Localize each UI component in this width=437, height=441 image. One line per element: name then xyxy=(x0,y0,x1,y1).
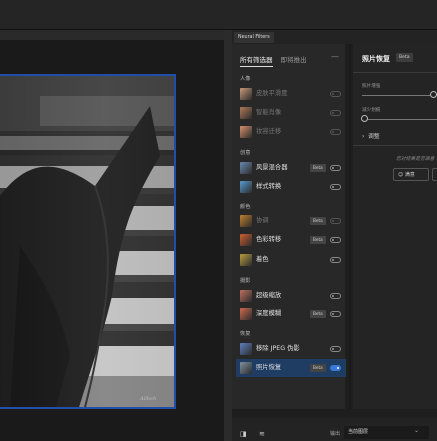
filter-thumbnail xyxy=(240,215,252,227)
filter-toggle[interactable] xyxy=(330,184,341,190)
category-label: 颜色 xyxy=(240,204,251,210)
filter-thumbnail xyxy=(240,290,252,302)
filter-label: 皮肤平滑度 xyxy=(256,90,288,97)
divider xyxy=(353,72,437,73)
canvas-ruler xyxy=(0,30,224,40)
filter-tabs: 所有筛选器 即将推出 xyxy=(240,54,313,67)
minimize-icon[interactable]: — xyxy=(331,52,339,61)
chevron-right-icon: › xyxy=(362,134,365,140)
tab-all-filters[interactable]: 所有筛选器 xyxy=(240,54,273,67)
filter-label: 协调 xyxy=(256,217,269,224)
divider xyxy=(353,145,437,146)
beta-badge: Beta xyxy=(310,364,326,372)
filter-label: 智能肖像 xyxy=(256,109,282,116)
layers-icon[interactable]: ≋ xyxy=(259,430,265,438)
filter-row[interactable]: 着色 xyxy=(236,251,346,269)
filter-toggle[interactable] xyxy=(330,91,341,97)
photo-enhance-knob[interactable] xyxy=(430,91,437,98)
filter-toggle[interactable] xyxy=(330,257,341,263)
adjust-section[interactable]: › 调整 xyxy=(362,131,380,140)
filter-toggle[interactable] xyxy=(330,293,341,299)
filter-row[interactable]: 超级缩放 xyxy=(236,287,346,305)
filter-thumbnail xyxy=(240,88,252,100)
filter-toggle[interactable] xyxy=(330,129,341,135)
filter-thumbnail xyxy=(240,107,252,119)
panel-divider[interactable] xyxy=(224,30,232,441)
filter-label: 着色 xyxy=(256,256,269,263)
filter-thumbnail xyxy=(240,308,252,320)
category-label: 摄影 xyxy=(240,278,251,284)
filter-thumbnail xyxy=(240,343,252,355)
scratch-reduction-knob[interactable] xyxy=(361,115,368,122)
filter-label: 风景混合器 xyxy=(256,164,288,171)
right-panel-separator xyxy=(349,44,351,409)
beta-badge: Beta xyxy=(396,53,413,62)
filter-thumbnail xyxy=(240,126,252,138)
top-bar xyxy=(0,0,437,30)
tab-coming-soon[interactable]: 即将推出 xyxy=(281,54,307,64)
photo-enhance-label: 照片增强 xyxy=(362,84,381,89)
feedback-prompt: 您对结果是否满意 xyxy=(396,157,435,162)
scratch-reduction-slider[interactable] xyxy=(362,119,437,120)
filter-label: 色彩转移 xyxy=(256,236,282,243)
output-label: 输出 xyxy=(330,431,341,437)
filter-row[interactable]: 深度模糊 Beta xyxy=(236,305,346,323)
satisfied-button[interactable]: ☺ 满意 xyxy=(393,168,429,181)
filter-thumbnail xyxy=(240,362,252,374)
not-satisfied-button[interactable] xyxy=(432,168,437,181)
photo-canvas[interactable] xyxy=(0,74,176,409)
filter-row[interactable]: 协调 Beta xyxy=(236,212,346,230)
filter-row[interactable]: 皮肤平滑度 xyxy=(236,85,346,103)
tab-neural-filters[interactable]: Neural Filters xyxy=(234,32,274,43)
beta-badge: Beta xyxy=(310,236,326,244)
filter-toggle[interactable] xyxy=(330,165,341,171)
filter-toggle[interactable] xyxy=(330,218,341,224)
filter-row[interactable]: 色彩转移 Beta xyxy=(236,231,346,249)
category-label: 创意 xyxy=(240,150,251,156)
filter-thumbnail xyxy=(240,181,252,193)
filter-label: 超级缩放 xyxy=(256,292,282,299)
chevron-down-icon: ⌄ xyxy=(414,427,420,434)
filter-label: 样式转换 xyxy=(256,183,282,190)
filter-toggle[interactable] xyxy=(330,365,341,371)
filter-thumbnail xyxy=(240,162,252,174)
filter-row[interactable]: 智能肖像 xyxy=(236,104,346,122)
filter-thumbnail xyxy=(240,234,252,246)
filter-toggle[interactable] xyxy=(330,311,341,317)
category-label: 人像 xyxy=(240,76,251,82)
filter-toggle[interactable] xyxy=(330,346,341,352)
filter-label: 移除 JPEG 伪影 xyxy=(256,345,300,352)
filter-title: 照片恢复 xyxy=(362,55,390,63)
filter-label: 照片恢复 xyxy=(256,364,282,371)
scratch-reduction-label: 减少划痕 xyxy=(362,108,381,113)
satisfied-label: 满意 xyxy=(404,172,415,178)
beta-badge: Beta xyxy=(310,310,326,318)
filter-thumbnail xyxy=(240,254,252,266)
category-label: 恢复 xyxy=(240,331,251,337)
filter-row[interactable]: 样式转换 xyxy=(236,178,346,196)
filter-row[interactable]: 妆容迁移 xyxy=(236,123,346,141)
beta-badge: Beta xyxy=(310,217,326,225)
filter-row[interactable]: 移除 JPEG 伪影 xyxy=(236,340,346,358)
filter-toggle[interactable] xyxy=(330,110,341,116)
filter-label: 妆容迁移 xyxy=(256,128,282,135)
beta-badge: Beta xyxy=(310,164,326,172)
adjust-label: 调整 xyxy=(368,134,380,140)
signature: Ailbeh xyxy=(140,396,157,402)
filter-toggle[interactable] xyxy=(330,237,341,243)
preview-toggle-icon[interactable]: ◨ xyxy=(240,430,247,438)
filter-row[interactable]: 照片恢复 Beta xyxy=(236,359,346,377)
filter-label: 深度模糊 xyxy=(256,310,282,317)
filter-row[interactable]: 风景混合器 Beta xyxy=(236,159,346,177)
smile-icon: ☺ xyxy=(398,172,404,178)
filter-settings-panel xyxy=(353,44,437,409)
photo-enhance-slider[interactable] xyxy=(362,95,437,96)
